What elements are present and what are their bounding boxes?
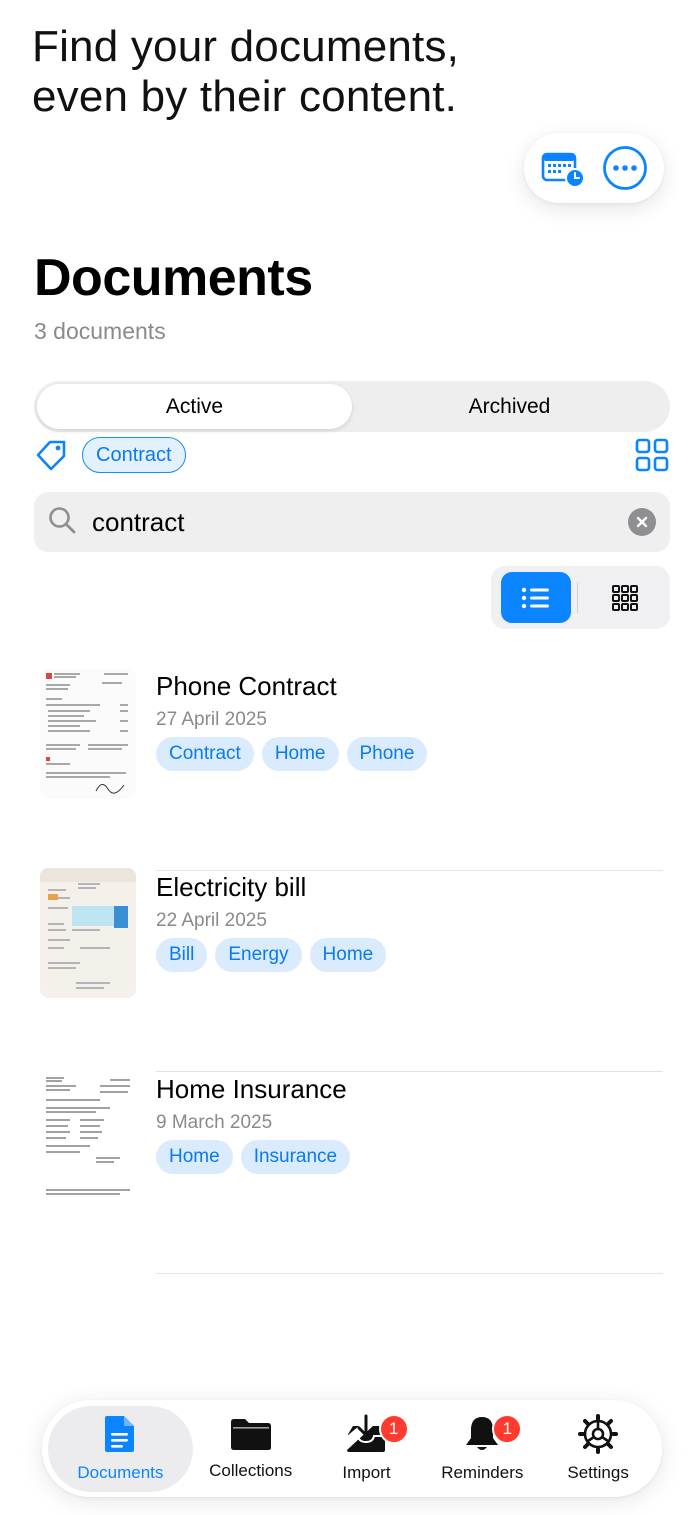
document-thumbnail (40, 868, 136, 998)
segment-archived[interactable]: Archived (352, 384, 667, 429)
document-date: 9 March 2025 (156, 1112, 273, 1133)
tag-chip[interactable]: Phone (346, 737, 428, 771)
search-icon (48, 506, 76, 539)
document-count: 3 documents (34, 318, 166, 344)
search-input[interactable] (92, 506, 628, 538)
tab-collections[interactable]: Collections (193, 1406, 309, 1492)
document-thumbnail (40, 1072, 136, 1202)
tab-label: Collections (209, 1461, 293, 1480)
page-title: Documents (34, 249, 313, 307)
document-thumbnail (40, 669, 136, 799)
tag-chip[interactable]: Bill (156, 938, 208, 972)
document-tags: Contract Home Phone (156, 737, 428, 771)
document-title: Home Insurance (156, 1074, 347, 1104)
search-bar (34, 492, 670, 552)
document-row[interactable]: Electricity bill 22 April 2025 Bill Ener… (0, 868, 700, 1072)
document-tags: Home Insurance (156, 1140, 351, 1174)
view-switch-divider (576, 582, 579, 613)
import-badge: 1 (378, 1413, 409, 1444)
tab-settings[interactable]: Settings (540, 1406, 656, 1492)
document-row[interactable]: Home Insurance 9 March 2025 Home Insuran… (0, 1072, 700, 1274)
tab-label: Reminders (441, 1463, 524, 1482)
folder-icon (229, 1416, 273, 1457)
promo-heading: Find your documents, even by their conte… (32, 22, 460, 121)
filter-chip-contract[interactable]: Contract (82, 437, 186, 473)
list-view-icon[interactable] (501, 572, 571, 623)
tag-chip[interactable]: Contract (156, 737, 254, 771)
grid-view-icon[interactable] (590, 572, 660, 623)
tag-chip[interactable]: Home (156, 1140, 233, 1174)
tag-chip[interactable]: Home (261, 737, 339, 771)
document-date: 27 April 2025 (156, 709, 267, 730)
status-segmented-control: Active Archived (34, 381, 670, 432)
document-icon (103, 1414, 137, 1459)
tab-bar: Documents Collections 1 Import 1 Reminde… (42, 1400, 662, 1497)
document-row[interactable]: Phone Contract 27 April 2025 Contract Ho… (0, 669, 700, 871)
tab-label: Import (342, 1463, 391, 1482)
tab-label: Documents (77, 1463, 164, 1482)
segment-active[interactable]: Active (37, 384, 352, 429)
tag-chip[interactable]: Home (309, 938, 387, 972)
calendar-clock-icon[interactable] (537, 142, 589, 194)
tab-label: Settings (567, 1463, 629, 1482)
gear-icon (578, 1414, 619, 1459)
ellipsis-circle-icon[interactable] (599, 142, 651, 194)
tab-import[interactable]: 1 Import (309, 1406, 425, 1492)
tag-chip[interactable]: Insurance (240, 1140, 351, 1174)
tab-reminders[interactable]: 1 Reminders (424, 1406, 540, 1492)
clear-search-icon[interactable] (628, 508, 656, 536)
tag-icon[interactable] (34, 437, 70, 473)
row-divider (156, 1272, 663, 1274)
tag-chip[interactable]: Energy (215, 938, 302, 972)
tab-documents[interactable]: Documents (48, 1405, 193, 1492)
document-title: Electricity bill (156, 872, 307, 902)
reminders-badge: 1 (492, 1413, 523, 1444)
grid-layout-icon[interactable] (634, 437, 670, 473)
top-actions-group (524, 133, 664, 203)
document-title: Phone Contract (156, 671, 337, 701)
view-mode-switch (491, 566, 670, 629)
document-date: 22 April 2025 (156, 910, 267, 931)
document-tags: Bill Energy Home (156, 938, 387, 972)
